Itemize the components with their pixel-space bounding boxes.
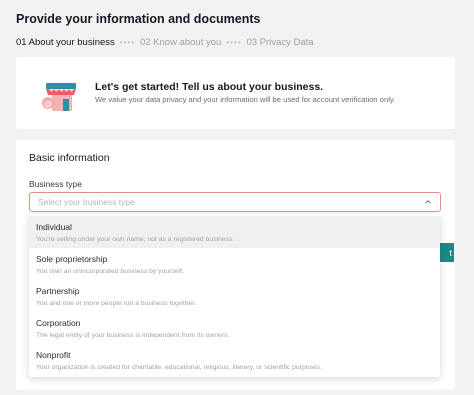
intro-title: Let's get started! Tell us about your bu… (95, 81, 324, 93)
option-title: Nonprofit (36, 350, 71, 360)
business-type-placeholder: Select your business type (38, 197, 135, 207)
chevron-up-icon[interactable] (424, 198, 432, 206)
intro-subtitle: We value your data privacy and your info… (95, 95, 396, 104)
svg-text:@: @ (44, 99, 52, 108)
step-know-about-you[interactable]: 02 Know about you (140, 37, 221, 48)
page-title: Provide your information and documents (16, 12, 261, 26)
option-description: The legal entity of your business is ind… (36, 332, 230, 339)
option-individual[interactable]: Individual You're selling under your own… (29, 216, 440, 248)
option-description: You and one or more people run a busines… (36, 300, 196, 307)
option-corporation[interactable]: Corporation The legal entity of your bus… (29, 312, 440, 344)
option-title: Sole proprietorship (36, 254, 108, 264)
option-title: Individual (36, 222, 72, 232)
storefront-icon: @ (42, 83, 76, 111)
option-description: You own an unincorporated business by yo… (36, 268, 184, 275)
option-partnership[interactable]: Partnership You and one or more people r… (29, 280, 440, 312)
option-description: Your organization is created for charita… (36, 364, 322, 371)
step-about-business[interactable]: 01 About your business (16, 37, 115, 48)
option-sole-proprietorship[interactable]: Sole proprietorship You own an unincorpo… (29, 248, 440, 280)
option-title: Corporation (36, 318, 81, 328)
business-type-label: Business type (29, 179, 82, 189)
step-separator: •••• (119, 38, 135, 47)
option-description: You're selling under your own name, not … (36, 236, 235, 243)
section-title: Basic information (29, 152, 110, 164)
business-type-select[interactable]: Select your business type (29, 192, 441, 212)
step-separator: •••• (226, 38, 242, 47)
option-title: Partnership (36, 286, 80, 296)
intro-card: @ Let's get started! Tell us about your … (16, 57, 455, 129)
step-privacy-data[interactable]: 03 Privacy Data (247, 37, 314, 48)
business-type-dropdown: Individual You're selling under your own… (29, 214, 440, 377)
option-nonprofit[interactable]: Nonprofit Your organization is created f… (29, 344, 440, 376)
step-indicator: 01 About your business •••• 02 Know abou… (16, 37, 314, 48)
